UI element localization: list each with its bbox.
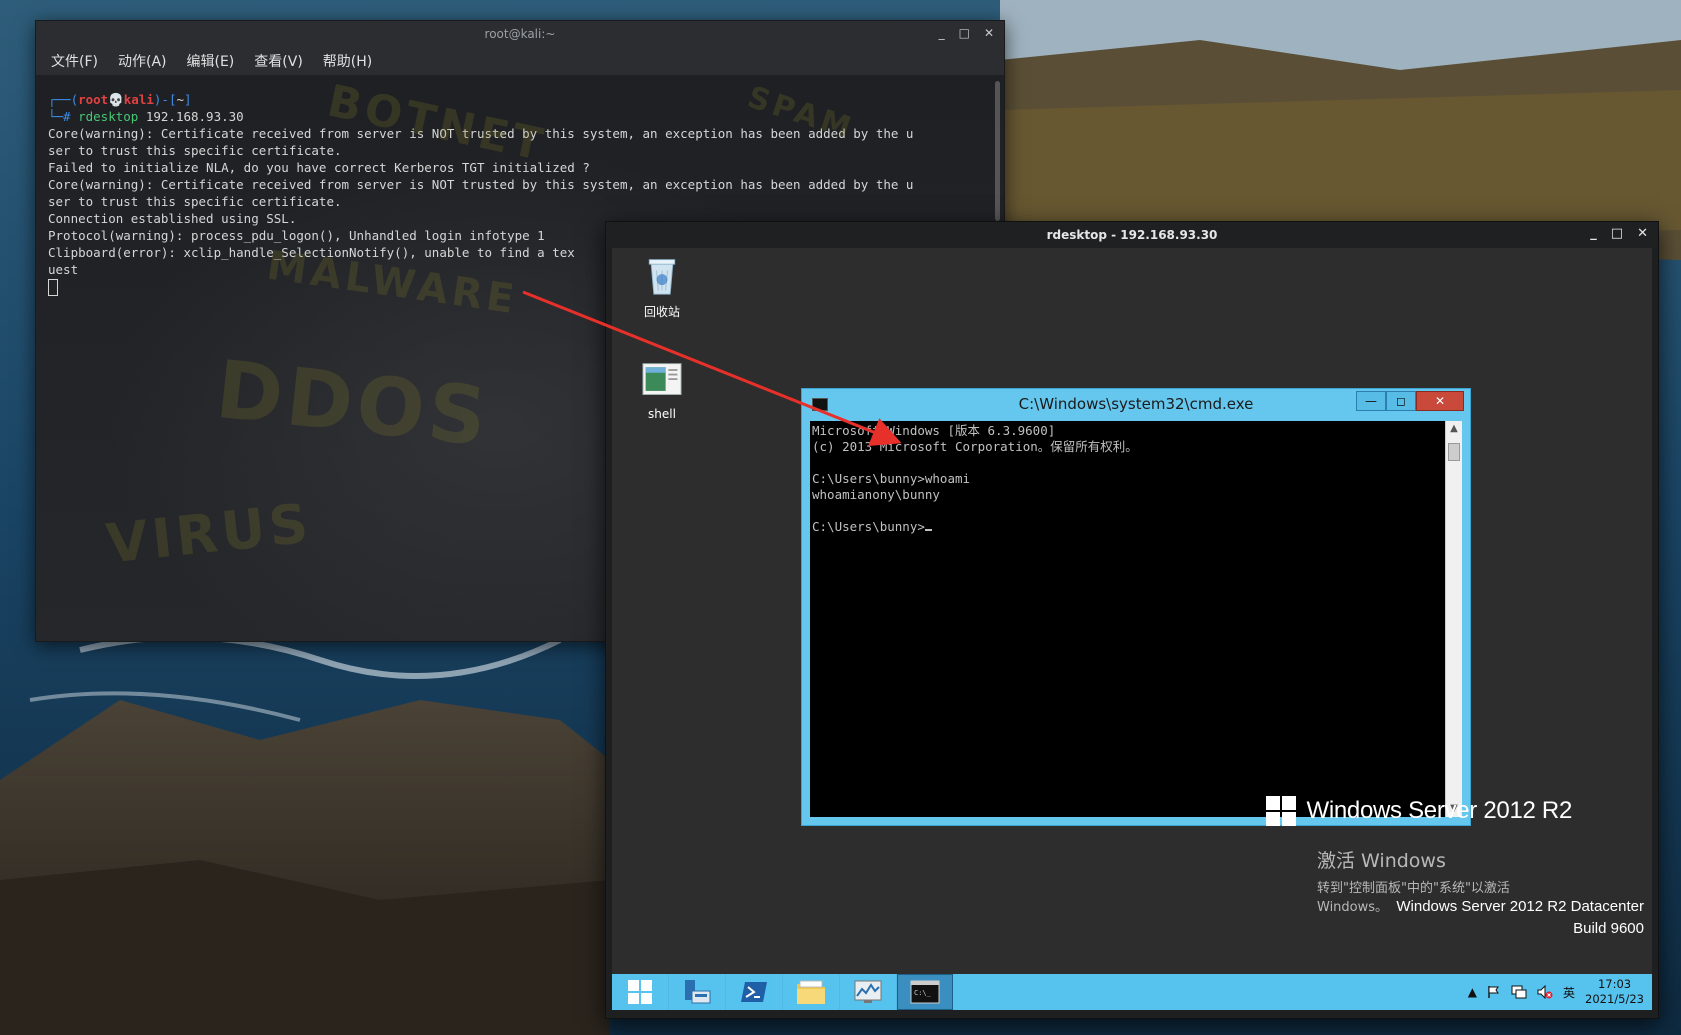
taskbar-performance-monitor[interactable] xyxy=(840,974,897,1010)
cmd-window-title: C:\Windows\system32\cmd.exe xyxy=(1018,395,1254,413)
menu-edit[interactable]: 编辑(E) xyxy=(187,51,235,71)
windows-server-branding: Windows Server 2012 R2 xyxy=(1266,796,1572,826)
bg-word-ddos: DDOS xyxy=(211,342,495,465)
cmd-line: whoamianony\bunny xyxy=(812,487,940,502)
menu-action[interactable]: 动作(A) xyxy=(118,51,167,71)
desktop-icon-label: 回收站 xyxy=(643,305,680,319)
output-line: Failed to initialize NLA, do you have co… xyxy=(48,160,590,175)
start-button[interactable] xyxy=(612,974,669,1010)
cmd-minimize-button[interactable]: — xyxy=(1356,391,1386,411)
scroll-up-icon[interactable]: ▲ xyxy=(1446,421,1462,437)
cmd-window[interactable]: C:\Windows\system32\cmd.exe — ◻ ✕ Micros… xyxy=(801,388,1471,826)
system-tray: ▲ 英 17:03 2021/5/23 xyxy=(1468,974,1644,1010)
command-args: 192.168.93.30 xyxy=(138,109,244,124)
command-name: rdesktop xyxy=(78,109,139,124)
cmd-cursor xyxy=(924,529,932,531)
file-explorer-icon xyxy=(797,980,825,1004)
ime-indicator[interactable]: 英 xyxy=(1563,984,1575,1001)
cmd-line xyxy=(812,455,1444,471)
shell-file-icon xyxy=(642,363,682,395)
scroll-thumb[interactable] xyxy=(1448,443,1460,461)
kali-minimize-button[interactable]: _ xyxy=(939,26,945,40)
output-line: ser to trust this specific certificate. xyxy=(48,143,342,158)
terminal-cursor xyxy=(48,279,58,296)
output-line: Core(warning): Certificate received from… xyxy=(48,126,914,141)
kali-titlebar[interactable]: root@kali:~ _ □ ✕ xyxy=(36,21,1004,47)
rdesktop-window-controls: _ □ ✕ xyxy=(1590,226,1648,241)
cmd-window-controls: — ◻ ✕ xyxy=(1356,391,1464,411)
kali-menubar: 文件(F) 动作(A) 编辑(E) 查看(V) 帮助(H) xyxy=(36,47,1004,75)
recycle-bin-icon xyxy=(648,259,676,295)
prompt-line-top: ┌──(root💀kali)-[~] xyxy=(48,92,192,107)
taskbar: C:\_ ▲ 英 17:03 2021/5/23 xyxy=(612,974,1652,1010)
taskbar-clock[interactable]: 17:03 2021/5/23 xyxy=(1585,977,1644,1007)
output-line: ser to trust this specific certificate. xyxy=(48,194,342,209)
cmd-icon: C:\_ xyxy=(910,980,940,1004)
cmd-line xyxy=(812,503,1444,519)
desktop-icon-recycle-bin[interactable]: 回收站 xyxy=(622,256,702,320)
network-icon[interactable] xyxy=(1511,985,1527,999)
cmd-close-button[interactable]: ✕ xyxy=(1416,391,1464,411)
taskbar-powershell[interactable] xyxy=(726,974,783,1010)
cmd-line: (c) 2013 Microsoft Corporation。保留所有权利。 xyxy=(812,439,1138,454)
activate-title: 激活 Windows xyxy=(1317,850,1446,872)
edition-name: Windows Server 2012 R2 Datacenter xyxy=(1396,898,1644,915)
cmd-console[interactable]: Microsoft Windows [版本 6.3.9600] (c) 2013… xyxy=(810,421,1446,817)
kali-maximize-button[interactable]: □ xyxy=(959,26,970,40)
kali-window-title: root@kali:~ xyxy=(484,27,556,41)
cmd-line: Microsoft Windows [版本 6.3.9600] xyxy=(812,423,1056,438)
taskbar-file-explorer[interactable] xyxy=(783,974,840,1010)
prompt-line-command: └─# rdesktop 192.168.93.30 xyxy=(48,109,244,124)
desktop-icon-shell[interactable]: shell xyxy=(622,360,702,421)
edition-watermark: Windows Server 2012 R2 Datacenter Build … xyxy=(1396,896,1644,940)
clock-date: 2021/5/23 xyxy=(1585,992,1644,1006)
start-icon xyxy=(628,980,652,1004)
volume-muted-icon[interactable] xyxy=(1537,985,1553,999)
taskbar-cmd[interactable]: C:\_ xyxy=(897,974,953,1010)
action-center-flag-icon[interactable] xyxy=(1487,985,1501,999)
cmd-line: C:\Users\bunny>whoami xyxy=(812,471,971,486)
prompt-dir: ~ xyxy=(176,92,184,107)
rdesktop-window-title: rdesktop - 192.168.93.30 xyxy=(1046,228,1218,242)
menu-help[interactable]: 帮助(H) xyxy=(323,51,372,71)
build-number: Build 9600 xyxy=(1573,920,1644,937)
activate-line: 转到"控制面板"中的"系统"以激活 xyxy=(1317,881,1510,896)
rdesktop-window[interactable]: rdesktop - 192.168.93.30 _ □ ✕ 回收站 shell… xyxy=(605,221,1659,1019)
brand-text: Windows Server 2012 R2 xyxy=(1306,797,1572,824)
remote-desktop[interactable]: 回收站 shell C:\Windows\system32\cmd.exe — … xyxy=(612,248,1652,1010)
tray-expand-icon[interactable]: ▲ xyxy=(1468,985,1477,999)
cmd-icon xyxy=(812,398,828,411)
performance-monitor-icon xyxy=(854,980,882,1003)
kali-window-controls: _ □ ✕ xyxy=(939,26,994,40)
desktop-icon-label: shell xyxy=(648,407,676,421)
menu-view[interactable]: 查看(V) xyxy=(254,51,303,71)
svg-text:C:\_: C:\_ xyxy=(914,989,932,997)
rdesktop-close-button[interactable]: ✕ xyxy=(1637,226,1648,241)
prompt-user: root💀kali xyxy=(78,92,154,107)
windows-logo-icon xyxy=(1266,796,1297,826)
kali-scrollbar[interactable] xyxy=(995,81,1000,221)
clock-time: 17:03 xyxy=(1597,977,1632,991)
bg-word-virus: VIRUS xyxy=(103,491,315,576)
taskbar-server-manager[interactable] xyxy=(669,974,726,1010)
powershell-icon xyxy=(741,982,767,1002)
cmd-maximize-button[interactable]: ◻ xyxy=(1386,391,1416,411)
cmd-prompt: C:\Users\bunny> xyxy=(812,519,925,534)
rdesktop-maximize-button[interactable]: □ xyxy=(1611,226,1623,241)
cmd-scrollbar[interactable]: ▲ ▼ xyxy=(1445,421,1462,817)
rdesktop-minimize-button[interactable]: _ xyxy=(1590,226,1597,241)
kali-close-button[interactable]: ✕ xyxy=(984,26,994,40)
output-line: Core(warning): Certificate received from… xyxy=(48,177,914,192)
cmd-titlebar[interactable]: C:\Windows\system32\cmd.exe — ◻ ✕ xyxy=(802,389,1470,419)
rdesktop-titlebar[interactable]: rdesktop - 192.168.93.30 _ □ ✕ xyxy=(606,222,1658,248)
cmd-prompt-line: C:\Users\bunny> xyxy=(812,519,1444,535)
menu-file[interactable]: 文件(F) xyxy=(51,51,98,71)
server-manager-icon xyxy=(685,980,711,1004)
